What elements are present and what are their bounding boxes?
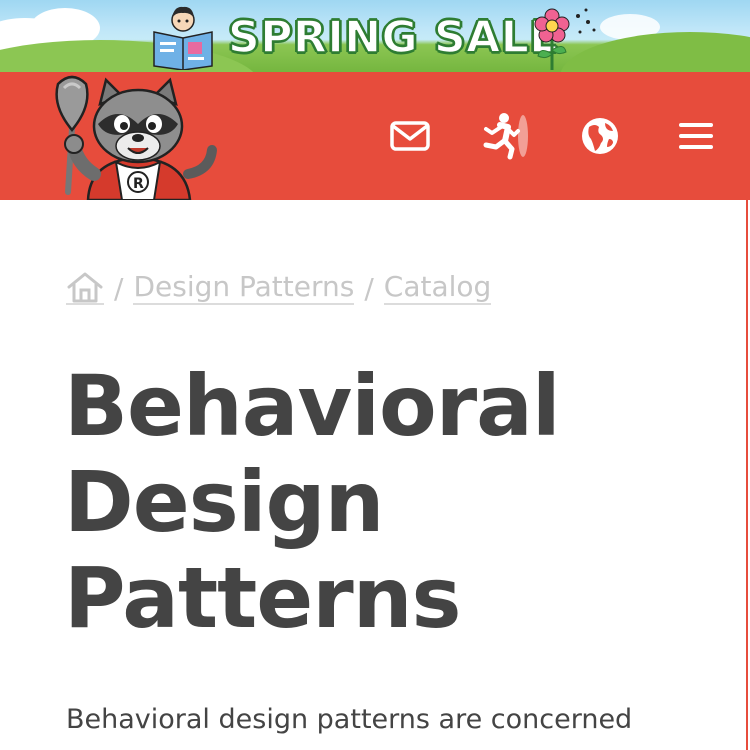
hill-decoration [0,40,260,72]
envelope-icon [390,121,430,151]
site-header: R [0,72,750,200]
menu-button[interactable] [666,106,726,166]
svg-text:R: R [133,176,144,192]
language-button[interactable] [570,106,630,166]
promo-text: SPRING SALE [227,11,560,64]
flower-icon [534,8,596,70]
breadcrumb: / Design Patterns / Catalog [66,268,492,308]
globe-icon [582,118,618,154]
promo-banner[interactable]: SPRING SALE [0,0,750,72]
exit-button[interactable] [474,106,534,166]
breadcrumb-separator: / [364,271,374,305]
hamburger-menu-icon [679,123,713,149]
raccoon-mascot-logo[interactable]: R [50,74,220,200]
breadcrumb-separator: / [114,271,124,305]
breadcrumb-home-link[interactable] [66,271,104,305]
main-content: / Design Patterns / Catalog Behavioral D… [0,200,748,750]
page-title: Behavioral Design Patterns [64,357,561,647]
home-icon [67,272,103,303]
running-person-icon [483,113,528,160]
breadcrumb-link-catalog[interactable]: Catalog [383,271,492,305]
contact-button[interactable] [380,106,440,166]
reading-kid-icon [153,6,213,70]
breadcrumb-link-design-patterns[interactable]: Design Patterns [133,271,355,305]
intro-paragraph: Behavioral design patterns are concerned [66,704,633,735]
